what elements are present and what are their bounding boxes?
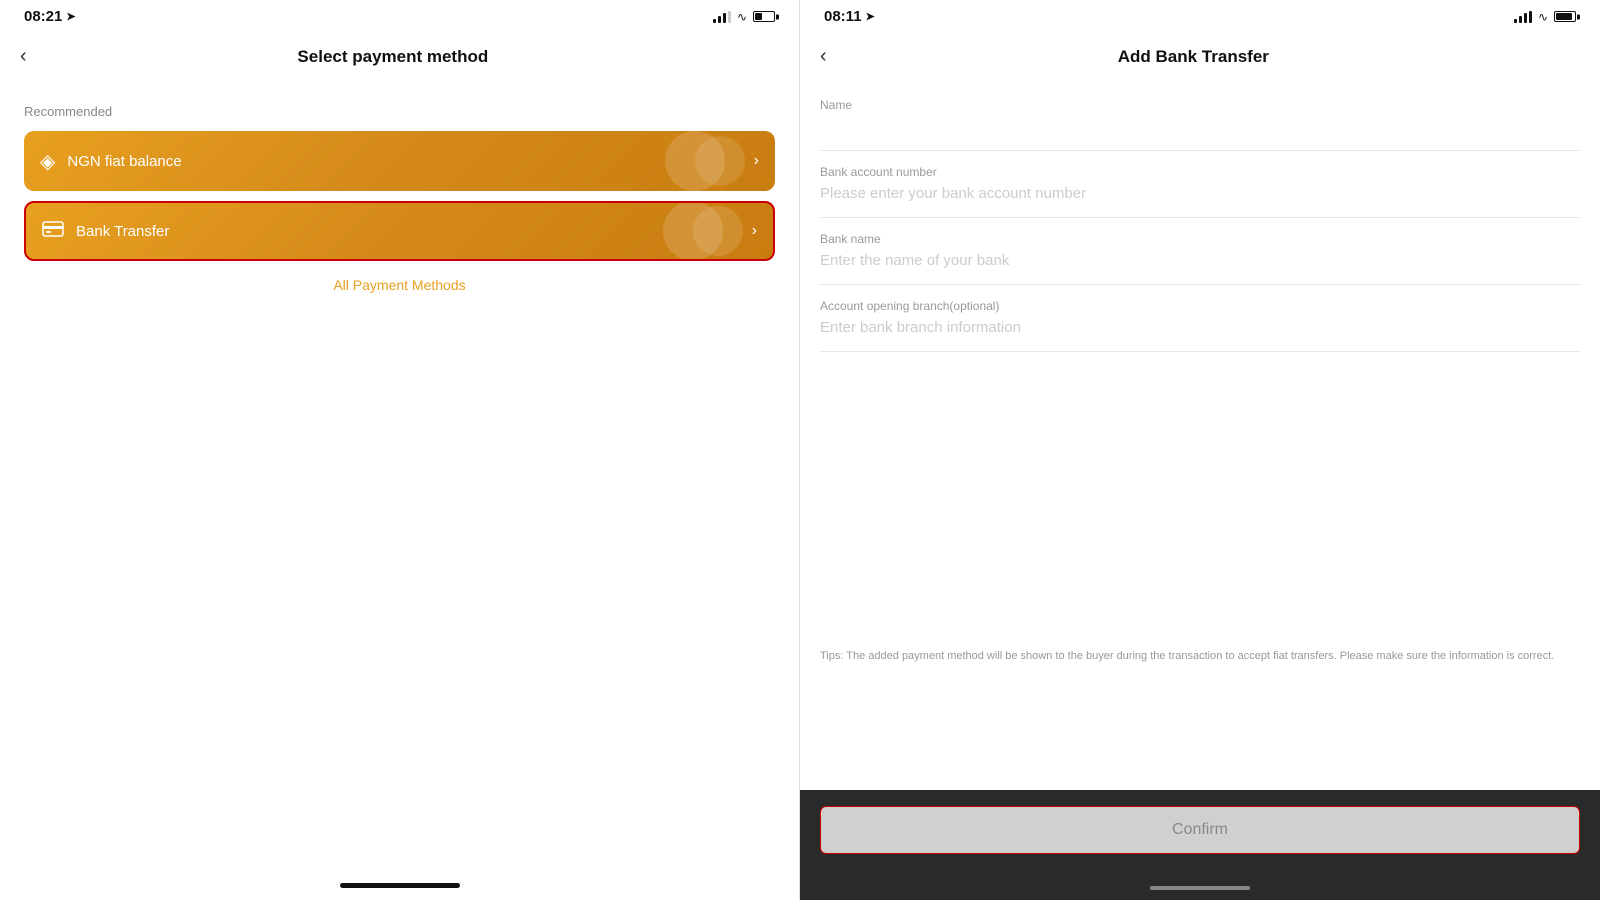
bank-name-input[interactable] (820, 252, 1580, 269)
name-label: Name (820, 98, 1580, 112)
bank-chevron-icon: › (752, 222, 757, 240)
left-phone-panel: 08:21 ➤ ∿ ‹ Select payment method Recomm… (0, 0, 800, 900)
branch-input[interactable] (820, 319, 1580, 336)
right-status-icons: ∿ (1514, 10, 1576, 24)
right-time-text: 08:11 (824, 8, 862, 25)
bank-name-label: Bank name (820, 232, 1580, 246)
left-time: 08:21 ➤ (24, 8, 76, 25)
branch-field: Account opening branch(optional) (820, 285, 1580, 352)
left-status-bar: 08:21 ➤ ∿ (0, 0, 799, 29)
right-phone-panel: 08:11 ➤ ∿ ‹ Add Bank Transfer Name (800, 0, 1600, 900)
left-signal-icon (713, 11, 731, 23)
left-time-text: 08:21 (24, 8, 62, 25)
left-nav-arrow-icon: ➤ (66, 10, 75, 23)
bottom-action-area: Confirm (800, 790, 1600, 878)
right-content-area: Name Bank account number Bank name Accou… (800, 84, 1600, 790)
bank-transfer-label: Bank Transfer (76, 223, 169, 240)
right-home-indicator (800, 878, 1600, 900)
left-status-icons: ∿ (713, 10, 775, 24)
right-page-title: Add Bank Transfer (835, 47, 1552, 67)
branch-label: Account opening branch(optional) (820, 299, 1580, 313)
bank-name-field: Bank name (820, 218, 1580, 285)
left-battery-icon (753, 11, 775, 22)
bank-account-number-field: Bank account number (820, 151, 1580, 218)
right-wifi-icon: ∿ (1538, 10, 1548, 24)
ngn-chevron-icon: › (754, 152, 759, 170)
name-field: Name (820, 84, 1580, 151)
right-nav-header: ‹ Add Bank Transfer (800, 29, 1600, 84)
right-back-button[interactable]: ‹ (820, 41, 835, 72)
right-battery-icon (1554, 11, 1576, 22)
name-input[interactable] (820, 118, 1580, 135)
bank-card-left: Bank Transfer (42, 221, 169, 242)
right-home-bar (1150, 886, 1250, 890)
bank-transfer-icon (42, 221, 64, 242)
form-spacer (800, 352, 1600, 632)
bank-account-number-label: Bank account number (820, 165, 1580, 179)
right-time: 08:11 ➤ (824, 8, 875, 25)
right-nav-arrow-icon: ➤ (866, 10, 875, 23)
ngn-card-left: ◈ NGN fiat balance (40, 149, 182, 174)
bank-account-number-input[interactable] (820, 185, 1580, 202)
right-signal-icon (1514, 11, 1532, 23)
left-home-indicator (0, 875, 799, 900)
form-section: Name Bank account number Bank name Accou… (800, 84, 1600, 352)
left-back-button[interactable]: ‹ (20, 41, 35, 72)
right-status-bar: 08:11 ➤ ∿ (800, 0, 1600, 29)
bank-transfer-card[interactable]: Bank Transfer › (24, 201, 775, 261)
ngn-icon: ◈ (40, 149, 55, 174)
left-nav-header: ‹ Select payment method (0, 29, 799, 84)
left-home-bar (340, 883, 460, 888)
ngn-card-label: NGN fiat balance (67, 153, 181, 170)
ngn-fiat-balance-card[interactable]: ◈ NGN fiat balance › (24, 131, 775, 191)
all-payment-methods-link[interactable]: All Payment Methods (24, 277, 775, 293)
left-page-title: Select payment method (35, 47, 751, 67)
left-wifi-icon: ∿ (737, 10, 747, 24)
confirm-button[interactable]: Confirm (820, 806, 1580, 854)
tips-text: Tips: The added payment method will be s… (820, 648, 1580, 665)
left-content-area: Recommended ◈ NGN fiat balance › (0, 84, 799, 875)
tips-section: Tips: The added payment method will be s… (800, 632, 1600, 681)
recommended-label: Recommended (24, 104, 775, 119)
